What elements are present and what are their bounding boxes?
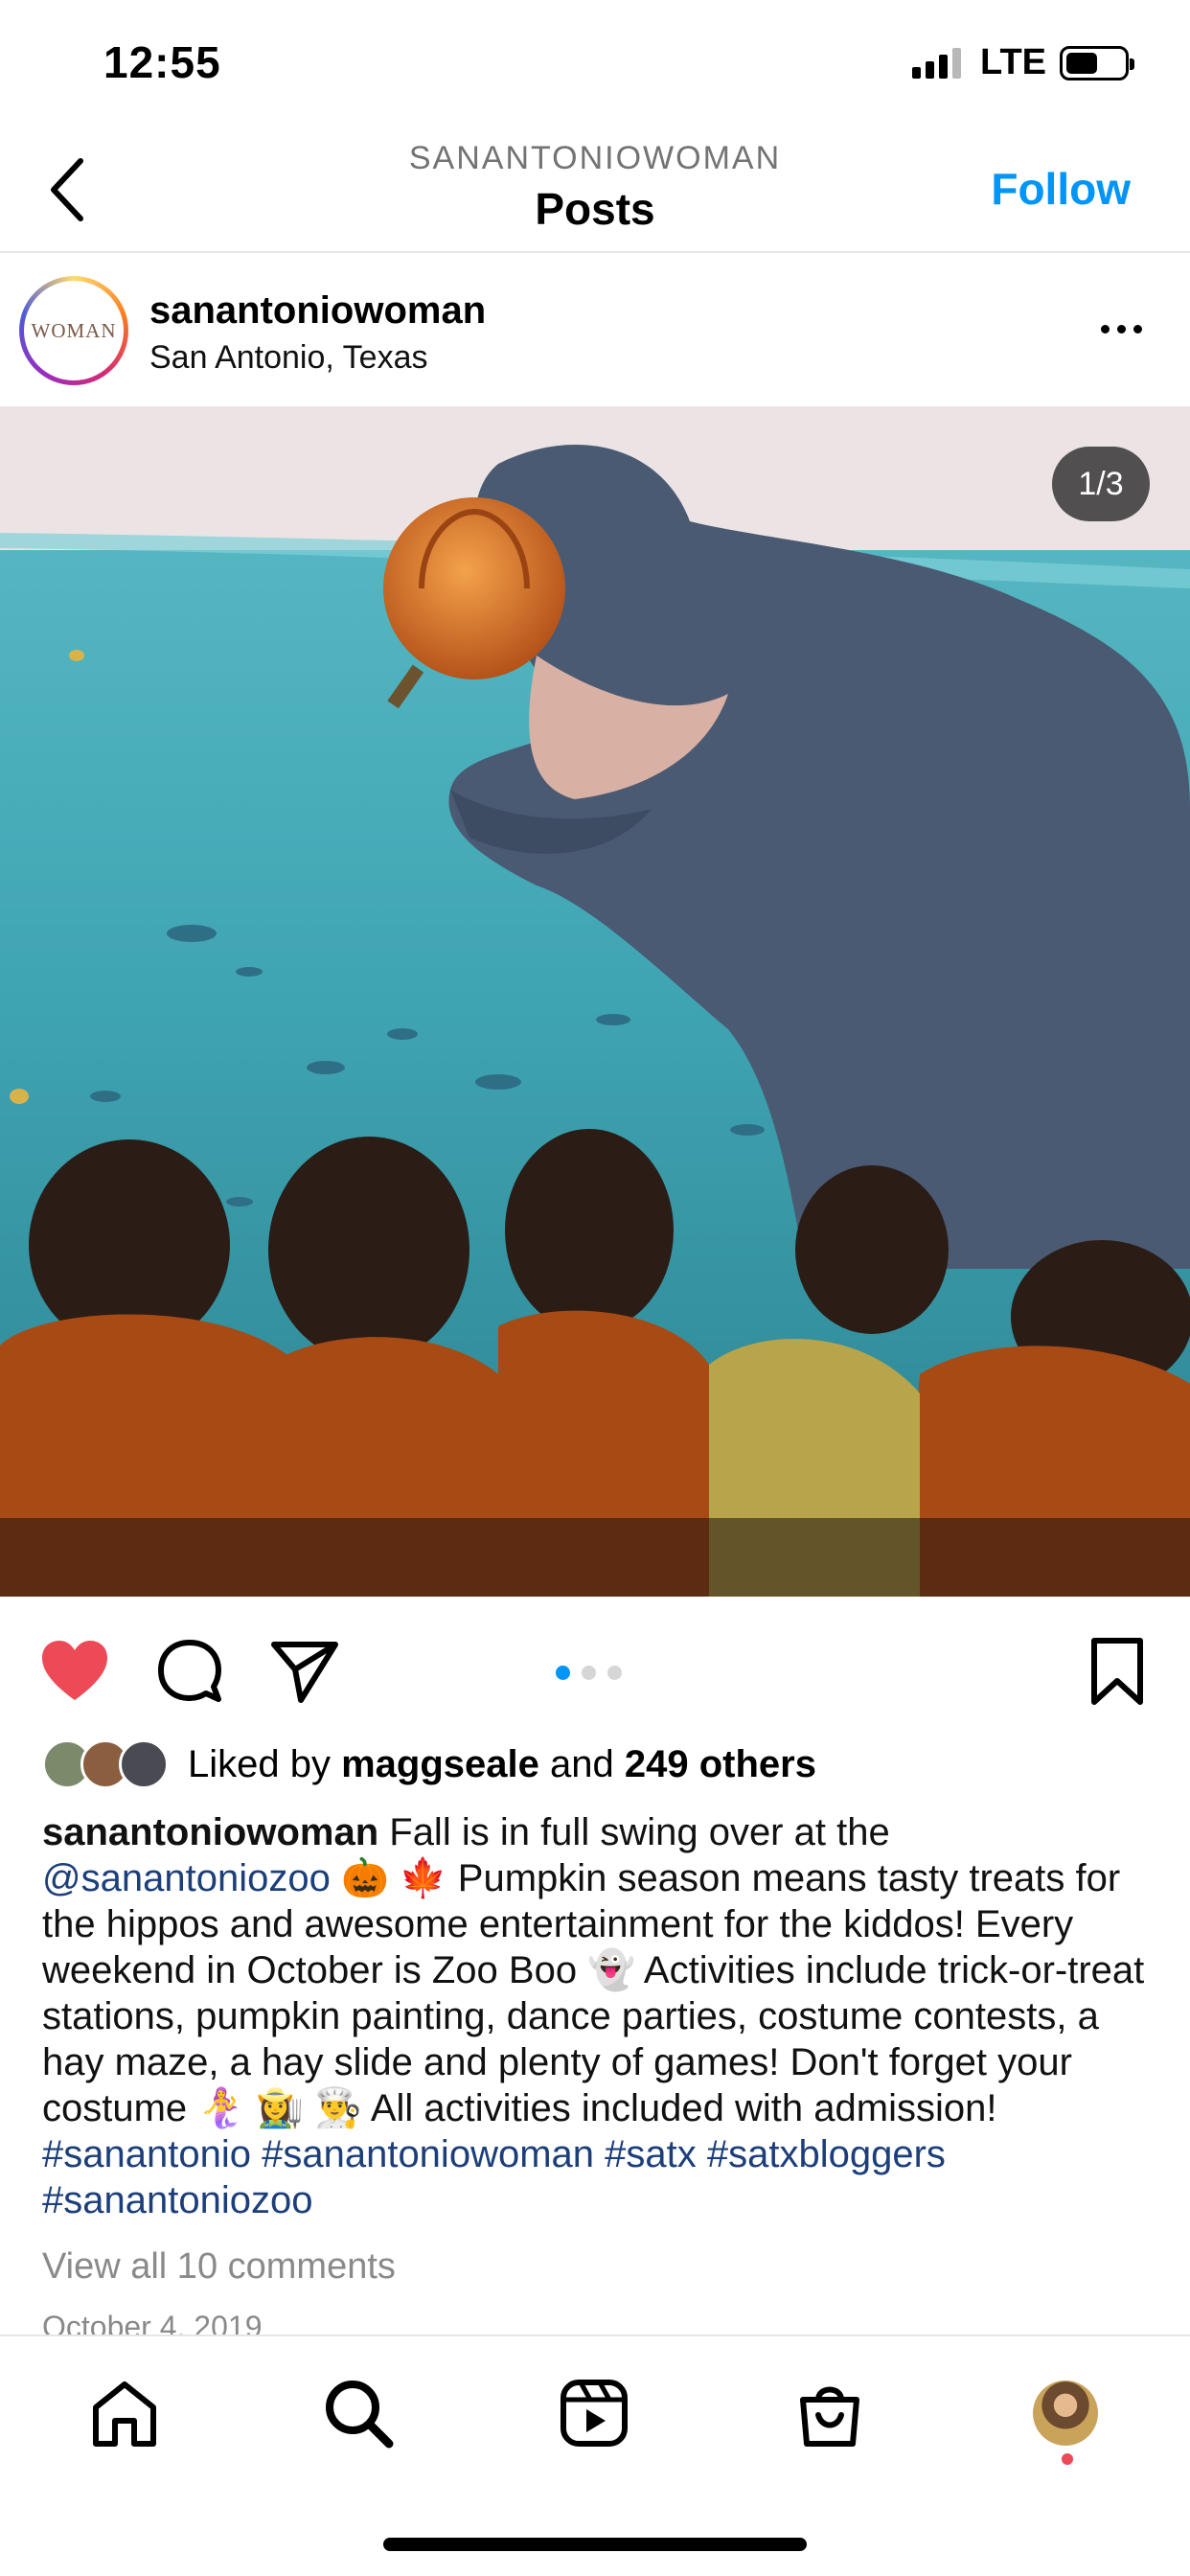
hashtag[interactable]: #satx [605, 2133, 697, 2175]
nav-header: SANANTONIOWOMAN Posts Follow [0, 126, 1190, 253]
view-comments-link[interactable]: View all 10 comments [42, 2246, 396, 2288]
comment-icon [158, 1640, 221, 1702]
bookmark-icon [1091, 1638, 1143, 1705]
home-indicator[interactable] [383, 2538, 807, 2551]
likes-row[interactable]: Liked by maggseale and 249 others [42, 1733, 816, 1796]
action-bar [0, 1600, 1190, 1733]
tab-profile[interactable] [1025, 2373, 1106, 2453]
network-type: LTE [980, 42, 1046, 82]
caption-username[interactable]: sanantoniowoman [42, 1811, 378, 1853]
send-icon [271, 1642, 338, 1703]
tab-home[interactable] [84, 2373, 165, 2453]
like-button[interactable] [38, 1635, 111, 1708]
post-location[interactable]: San Antonio, Texas [149, 339, 427, 377]
battery-icon [1060, 45, 1134, 80]
carousel-dot [582, 1666, 596, 1680]
share-button[interactable] [268, 1635, 341, 1708]
tab-search[interactable] [318, 2373, 399, 2453]
profile-avatar [1033, 2380, 1098, 2446]
avatar-logo: WOMAN [31, 318, 117, 342]
liked-by-others[interactable]: 249 others [625, 1743, 816, 1785]
carousel-dot [556, 1666, 570, 1680]
comment-button[interactable] [153, 1635, 226, 1708]
status-icons: LTE [912, 42, 1134, 83]
hashtag[interactable]: #satxbloggers [707, 2133, 946, 2175]
status-bar: 12:55 LTE [0, 0, 1190, 126]
carousel-indicator [556, 1666, 622, 1680]
post-caption: sanantoniowoman Fall is in full swing ov… [42, 1809, 1154, 2223]
tab-reels[interactable] [554, 2373, 634, 2453]
post-username[interactable]: sanantoniowoman [149, 289, 486, 333]
image-counter: 1/3 [1052, 447, 1150, 521]
hashtag[interactable]: #sanantonio [42, 2133, 251, 2175]
heart-icon [42, 1641, 107, 1700]
status-time: 12:55 [103, 37, 221, 87]
hashtag[interactable]: #sanantoniozoo [42, 2179, 312, 2221]
caption-text: Fall is in full swing over at the [378, 1811, 890, 1853]
home-icon [93, 2381, 156, 2447]
tab-shop[interactable] [790, 2373, 870, 2453]
carousel-dot [607, 1666, 622, 1680]
avatar[interactable]: WOMAN [19, 276, 128, 385]
liker-avatar [119, 1739, 169, 1789]
post-header: WOMAN sanantoniowoman San Antonio, Texas [0, 255, 1190, 404]
more-icon [1100, 324, 1110, 334]
caption-mention[interactable]: @sanantoniozoo [42, 1857, 331, 1899]
likes-text: Liked by maggseale and 249 others [188, 1742, 816, 1785]
hashtag[interactable]: #sanantoniowoman [262, 2133, 594, 2175]
signal-icon [912, 47, 962, 79]
post-photo[interactable] [0, 406, 1190, 1597]
hippo-photo [0, 406, 1190, 1597]
save-button[interactable] [1081, 1635, 1154, 1708]
liked-by-user[interactable]: maggseale [341, 1743, 539, 1785]
notification-dot [1062, 2453, 1073, 2465]
post-date: October 4, 2019 [42, 2310, 263, 2334]
more-options-button[interactable] [1092, 314, 1150, 343]
follow-button[interactable]: Follow [991, 163, 1131, 215]
liker-avatars [42, 1737, 176, 1791]
search-icon [326, 2380, 394, 2449]
shop-icon [800, 2386, 859, 2447]
reels-icon [561, 2380, 628, 2447]
